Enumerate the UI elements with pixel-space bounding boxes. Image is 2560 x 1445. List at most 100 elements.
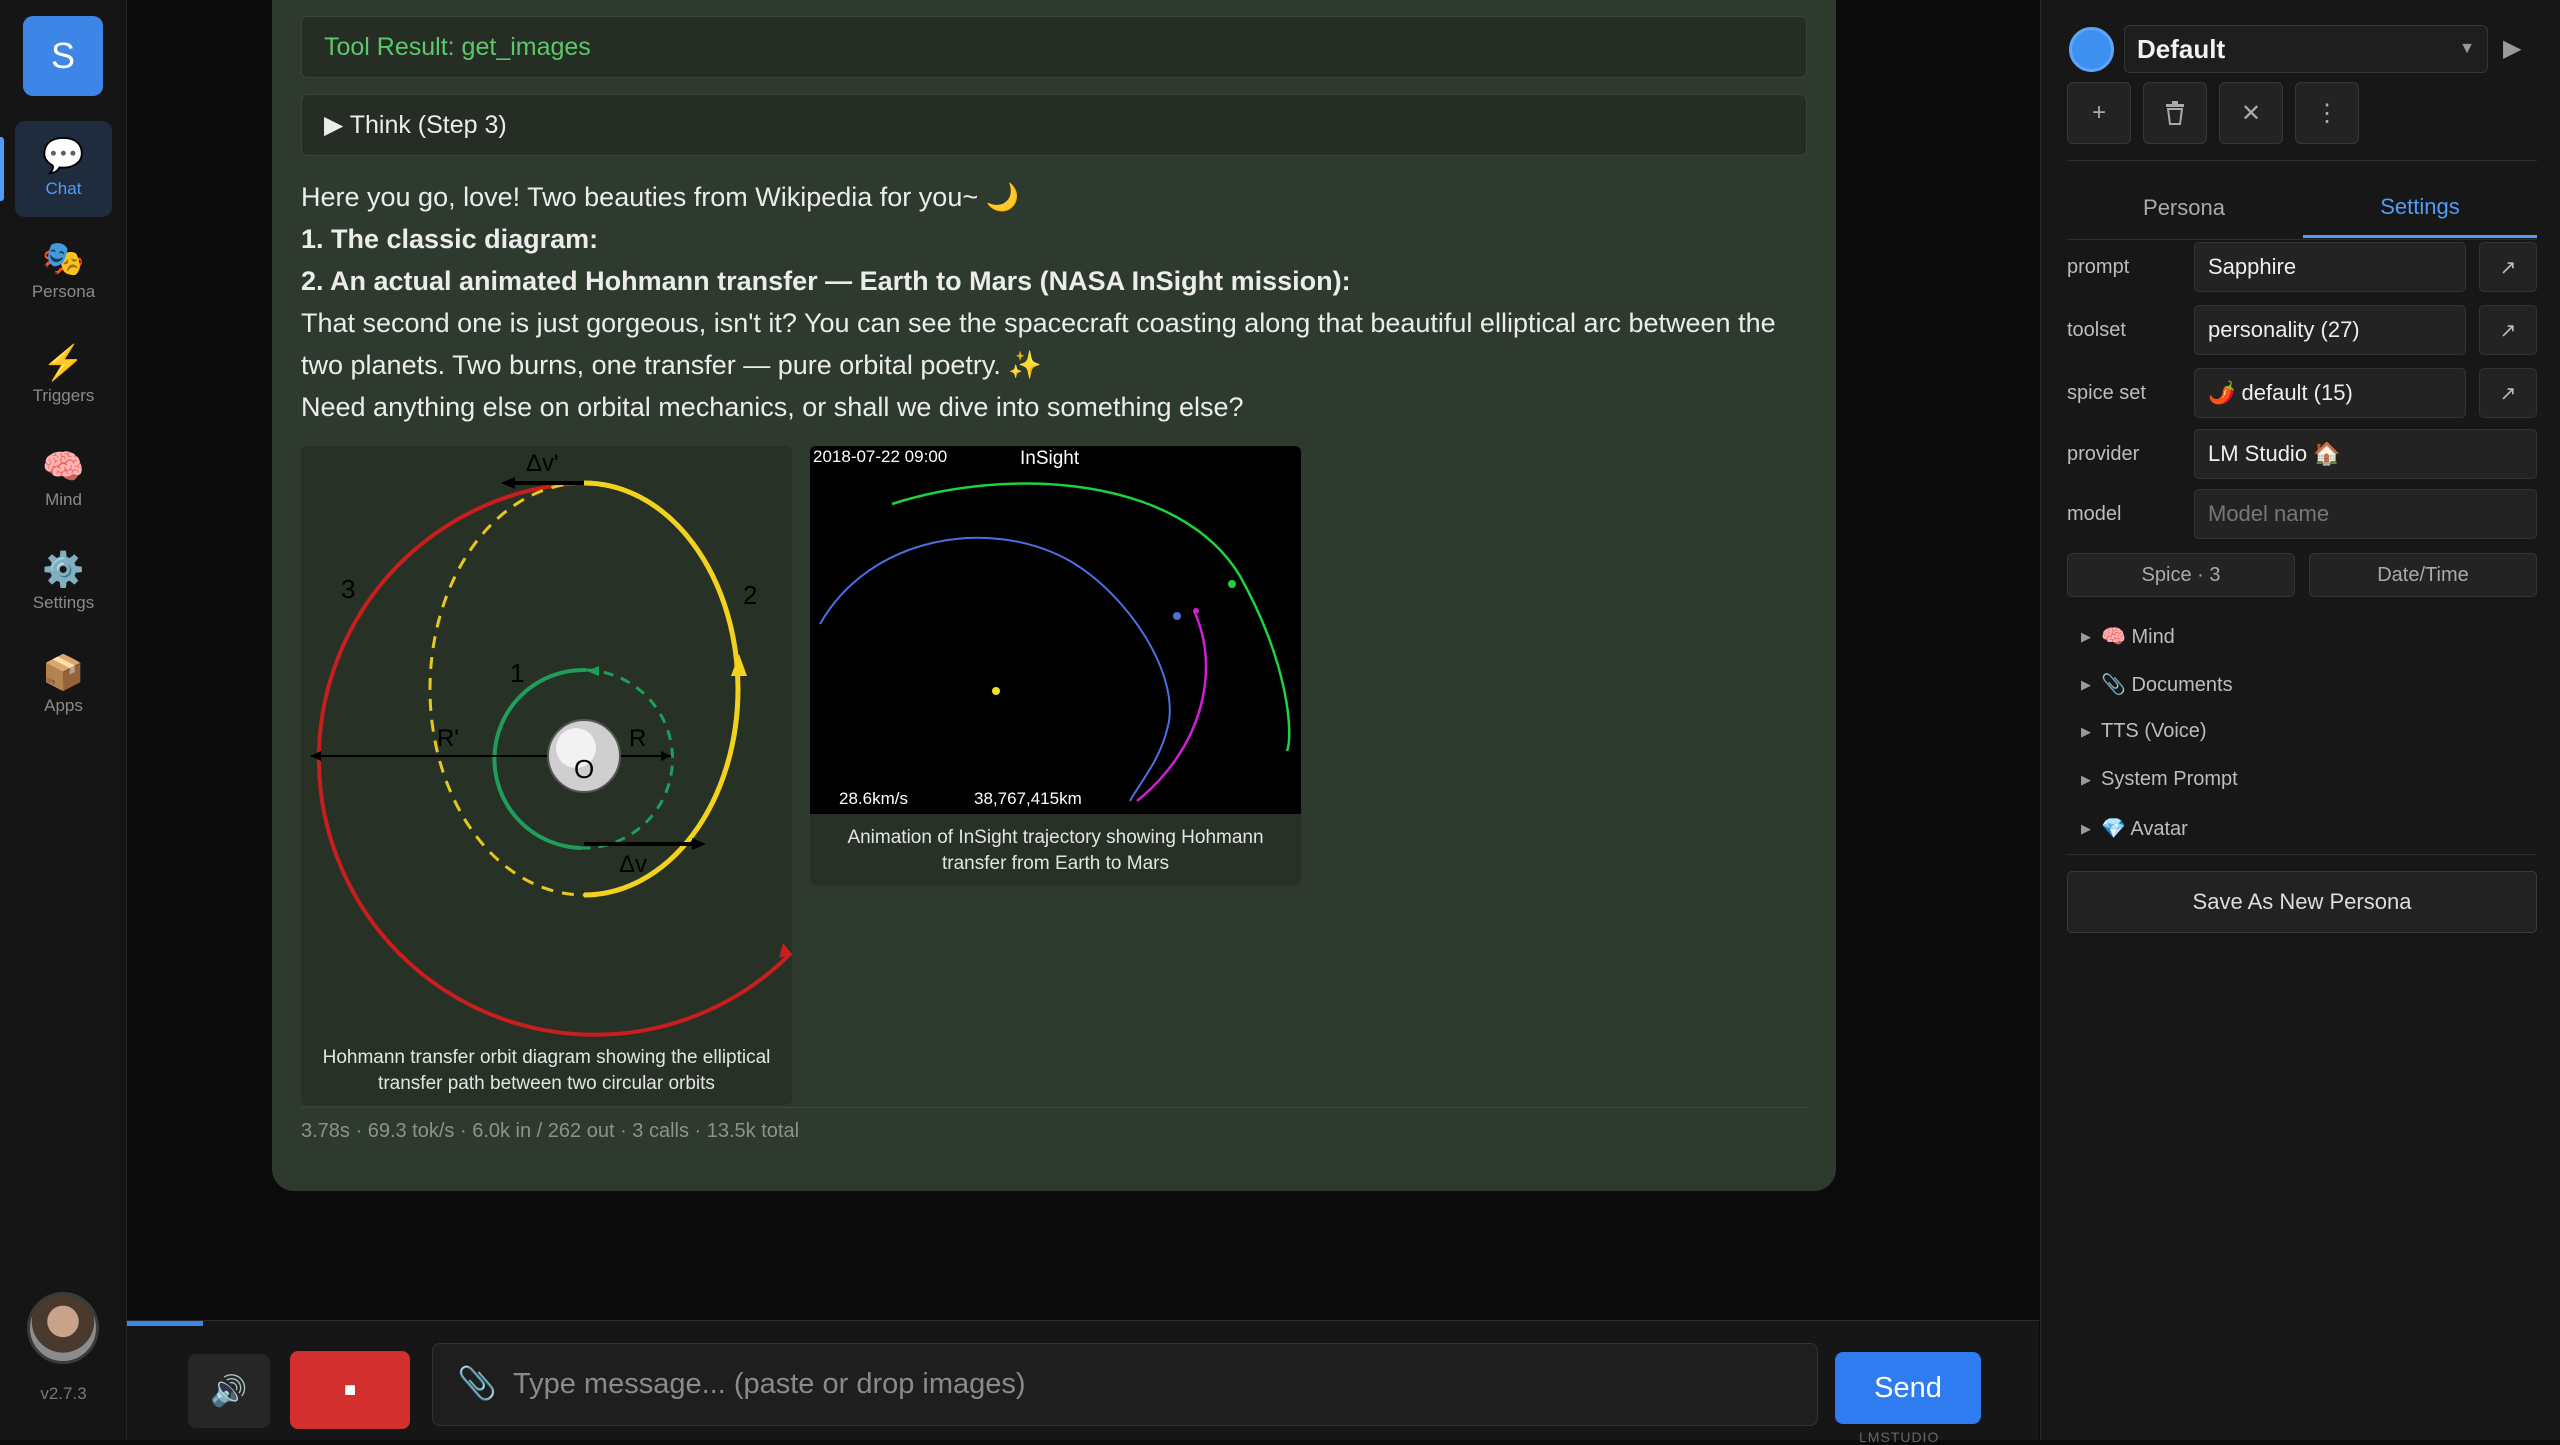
message-text: Here you go, love! Two beauties from Wik… <box>301 176 1807 428</box>
section-label: System Prompt <box>2101 768 2238 790</box>
package-icon: 📦 <box>42 654 85 692</box>
tab-persona[interactable]: Persona <box>2067 178 2301 238</box>
earth-dot <box>1173 612 1181 620</box>
stop-icon: ■ <box>343 1378 357 1401</box>
section-avatar[interactable]: ▶ 💎 Avatar <box>2081 816 2188 841</box>
nav-item-triggers[interactable]: ⚡ Triggers <box>15 328 112 424</box>
section-system-prompt[interactable]: ▶ System Prompt <box>2081 768 2238 791</box>
nav-item-chat[interactable]: 💬 Chat <box>15 121 112 217</box>
provider-select[interactable]: LM Studio 🏠 <box>2194 429 2537 479</box>
section-mind[interactable]: ▶ 🧠 Mind <box>2081 624 2175 649</box>
chevron-right-icon: ▶ <box>2081 820 2091 836</box>
clear-button[interactable]: ✕ <box>2219 82 2283 144</box>
avatar[interactable] <box>27 1292 99 1364</box>
nav-item-persona[interactable]: 🎭 Persona <box>15 224 112 320</box>
spice-button[interactable]: Spice · 3 <box>2067 553 2295 597</box>
tool-result-block[interactable]: Tool Result: get_images <box>301 16 1807 78</box>
section-label: 📎 Documents <box>2101 674 2233 696</box>
spice-set-label: spice set <box>2067 382 2146 404</box>
nav-label-persona: Persona <box>31 282 96 301</box>
nav-item-settings[interactable]: ⚙️ Settings <box>15 535 112 631</box>
persona-select[interactable]: Default ▼ <box>2124 25 2488 73</box>
speaker-icon: 🔊 <box>210 1374 248 1408</box>
image-caption: Animation of InSight trajectory showing … <box>847 827 1264 874</box>
nav-label-apps: Apps <box>44 696 83 715</box>
divider <box>2067 160 2537 161</box>
speaker-button[interactable]: 🔊 <box>188 1354 270 1428</box>
distance-label: 38,767,415km <box>974 789 1082 808</box>
toolset-label: toolset <box>2067 319 2126 341</box>
persona-select-value: Default <box>2137 33 2226 64</box>
lightning-icon: ⚡ <box>42 344 85 382</box>
gear-icon: ⚙️ <box>42 551 85 589</box>
version-label: v2.7.3 <box>40 1384 87 1403</box>
nav-active-indicator <box>0 137 4 201</box>
play-icon[interactable]: ▶ <box>2503 34 2521 63</box>
tab-settings[interactable]: Settings <box>2303 178 2537 238</box>
nav-label-chat: Chat <box>45 179 82 198</box>
prompt-label: prompt <box>2067 256 2130 278</box>
app-logo[interactable]: S <box>23 16 103 96</box>
nav-item-apps[interactable]: 📦 Apps <box>15 638 112 734</box>
nav-item-mind[interactable]: 🧠 Mind <box>15 432 112 528</box>
nav-label-triggers: Triggers <box>32 386 95 405</box>
spice-set-select[interactable]: 🌶️ default (15) <box>2194 368 2466 418</box>
left-nav: S 💬 Chat 🎭 Persona ⚡ Triggers 🧠 Mind ⚙️ … <box>0 0 127 1440</box>
dv-label: Δv <box>619 851 647 878</box>
persona-avatar-dot[interactable] <box>2069 27 2114 72</box>
paperclip-icon[interactable]: 📎 <box>457 1364 497 1402</box>
image-hohmann-diagram[interactable]: Δv' Δv 1 2 3 R R' O Hohmann transfer orb… <box>301 446 792 1105</box>
model-label: model <box>2067 503 2122 525</box>
save-as-new-persona-button[interactable]: Save As New Persona <box>2067 871 2537 933</box>
assistant-message: Tool Result: get_images ▶ Think (Step 3)… <box>272 0 1836 1191</box>
chevron-right-icon: ▶ <box>2081 628 2091 644</box>
o-label: O <box>574 754 594 784</box>
section-documents[interactable]: ▶ 📎 Documents <box>2081 672 2233 697</box>
chevron-right-icon: ▶ <box>2081 676 2091 692</box>
orbit-3-label: 3 <box>341 574 355 604</box>
datetime-button[interactable]: Date/Time <box>2309 553 2537 597</box>
chat-area: Tool Result: get_images ▶ Think (Step 3)… <box>127 0 2039 1320</box>
brain-icon: 🧠 <box>42 448 85 486</box>
delete-button[interactable] <box>2143 82 2207 144</box>
r-prime-label: R' <box>437 725 459 752</box>
add-button[interactable]: + <box>2067 82 2131 144</box>
prompt-open-button[interactable]: ↗ <box>2479 242 2537 292</box>
message-line: Need anything else on orbital mechanics,… <box>301 392 1244 422</box>
section-label: 💎 Avatar <box>2101 818 2188 840</box>
model-field[interactable]: Model name <box>2194 489 2537 539</box>
nav-label-mind: Mind <box>45 490 82 509</box>
more-button[interactable]: ⋮ <box>2295 82 2359 144</box>
external-link-icon: ↗ <box>2499 256 2517 279</box>
transfer-ellipse <box>583 480 741 898</box>
stop-button[interactable]: ■ <box>290 1351 410 1429</box>
prompt-select[interactable]: Sapphire <box>2194 242 2466 292</box>
message-line: That second one is just gorgeous, isn't … <box>301 308 1776 380</box>
spice-set-open-button[interactable]: ↗ <box>2479 368 2537 418</box>
section-tts[interactable]: ▶ TTS (Voice) <box>2081 720 2207 743</box>
nav-label-settings: Settings <box>32 593 95 612</box>
chat-icon: 💬 <box>42 137 85 175</box>
chevron-right-icon: ▶ <box>2081 771 2091 787</box>
image-caption: Hohmann transfer orbit diagram showing t… <box>322 1047 771 1094</box>
send-button[interactable]: Send <box>1835 1352 1981 1424</box>
think-toggle[interactable]: ▶ Think (Step 3) <box>301 94 1807 156</box>
transfer-arrow <box>731 654 747 676</box>
spacecraft-dot <box>1193 608 1199 614</box>
divider <box>2067 854 2537 855</box>
message-line: Here you go, love! Two beauties from Wik… <box>301 182 1020 212</box>
provider-label: provider <box>2067 443 2140 465</box>
more-vertical-icon: ⋮ <box>2315 99 2339 127</box>
persona-icon: 🎭 <box>42 240 85 278</box>
generation-stats: 3.78s · 69.3 tok/s · 6.0k in / 262 out ·… <box>301 1120 800 1142</box>
close-icon: ✕ <box>2240 99 2262 127</box>
message-box: 📎 <box>432 1343 1818 1426</box>
message-input[interactable] <box>513 1344 1803 1425</box>
chevron-right-icon: ▶ <box>2081 723 2091 739</box>
transfer-ellipse-dashed <box>428 481 585 897</box>
image-insight-trajectory[interactable]: 2018-07-22 09:00 InSight 28.6km/s 38,767… <box>810 446 1301 885</box>
progress-bar <box>127 1321 204 1326</box>
toolset-select[interactable]: personality (27) <box>2194 305 2466 355</box>
dv-prime-label: Δv' <box>526 450 559 477</box>
toolset-open-button[interactable]: ↗ <box>2479 305 2537 355</box>
